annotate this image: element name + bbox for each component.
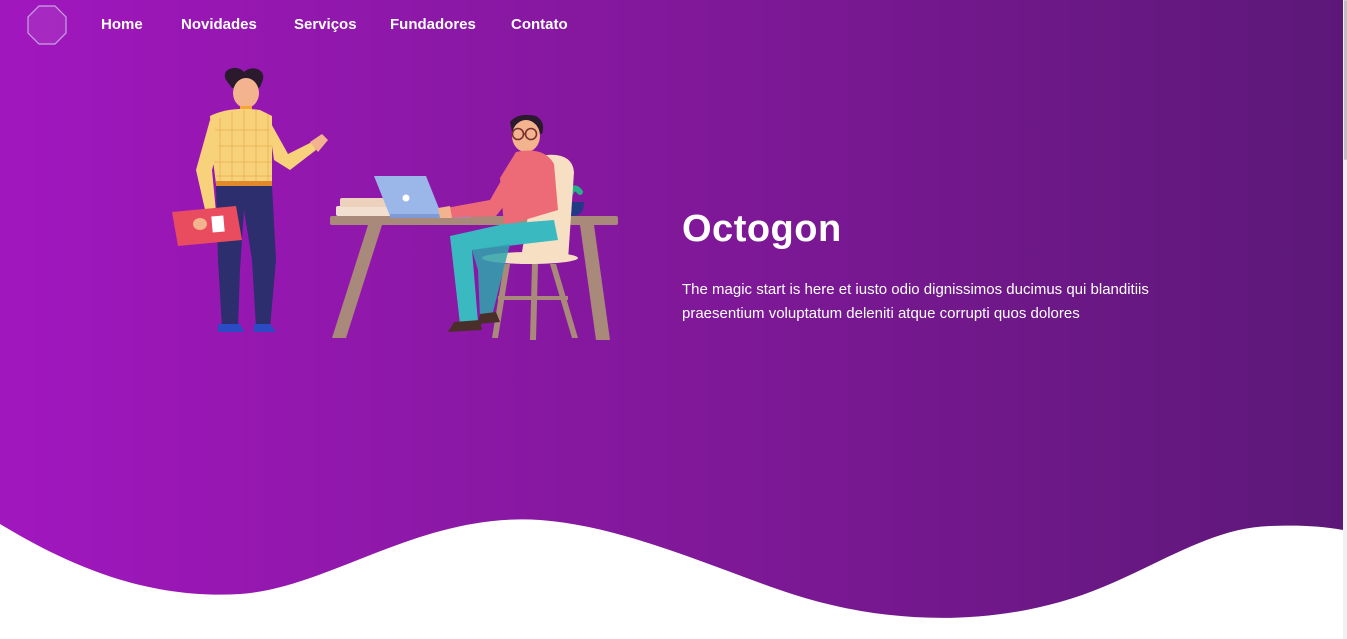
nav-link-servicos[interactable]: Serviços — [294, 16, 357, 33]
octagon-logo-icon[interactable] — [27, 5, 67, 45]
hero-description: The magic start is here et iusto odio di… — [682, 281, 1149, 322]
nav-link-novidades[interactable]: Novidades — [181, 16, 257, 33]
nav-link-contato[interactable]: Contato — [511, 16, 568, 33]
scrollbar[interactable] — [1343, 0, 1347, 639]
bottom-wave-divider — [0, 519, 1343, 639]
standing-person-illustration — [172, 67, 328, 332]
hero-title: Octogon — [682, 208, 842, 250]
nav-link-fundadores[interactable]: Fundadores — [390, 16, 476, 33]
office-workers-illustration — [172, 67, 618, 340]
hero-section: Home Novidades Serviços Fundadores Conta… — [0, 0, 1343, 639]
nav-link-home[interactable]: Home — [101, 16, 143, 33]
main-nav: Home Novidades Serviços Fundadores Conta… — [0, 0, 700, 52]
